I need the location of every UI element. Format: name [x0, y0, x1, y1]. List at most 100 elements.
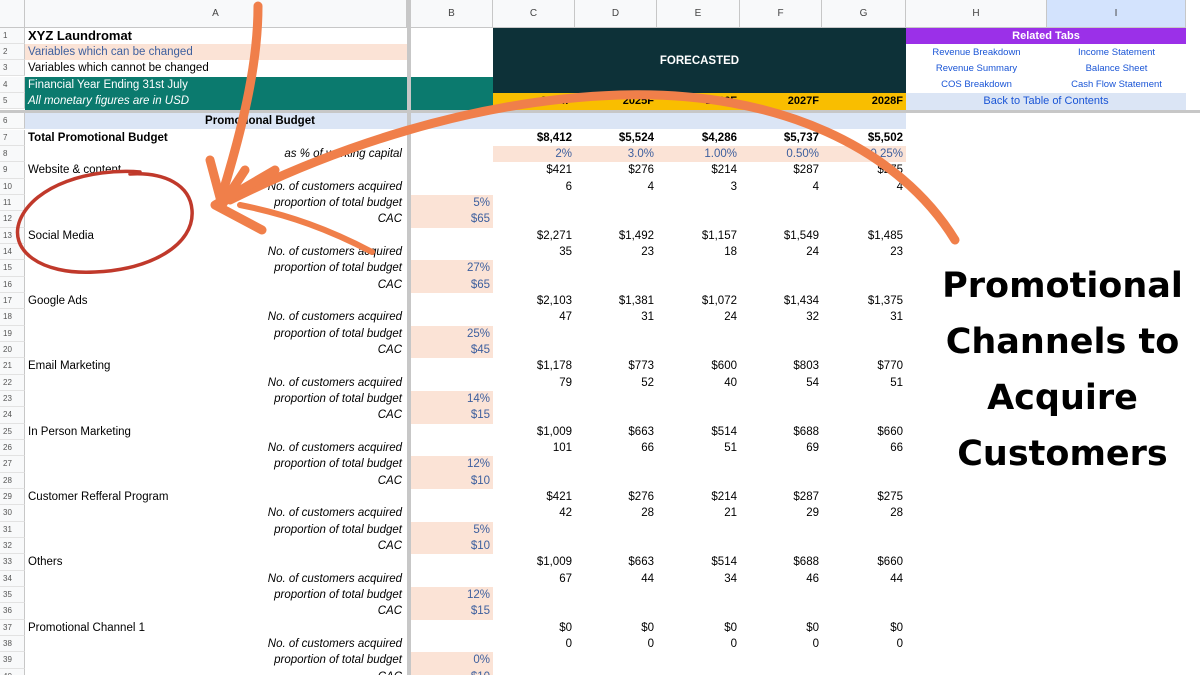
forecast-value-cell[interactable]: 1.00%: [657, 146, 740, 162]
row-number[interactable]: 22: [0, 374, 25, 391]
metric-label[interactable]: No. of customers acquired: [25, 309, 405, 325]
row-number[interactable]: 2: [0, 44, 25, 61]
column-header-e[interactable]: E: [657, 0, 740, 28]
forecast-value-cell[interactable]: 0.50%: [740, 146, 822, 162]
forecast-value-cell[interactable]: 67: [493, 571, 575, 587]
forecast-value-cell[interactable]: $663: [575, 554, 657, 570]
forecast-value-cell[interactable]: [740, 587, 822, 603]
forecast-value-cell[interactable]: [493, 652, 575, 668]
input-cell-b[interactable]: 5%: [411, 195, 493, 212]
forecast-value-cell[interactable]: 0.25%: [822, 146, 906, 162]
forecast-value-cell[interactable]: [575, 260, 657, 276]
forecast-value-cell[interactable]: [493, 407, 575, 423]
legend-changeable[interactable]: Variables which can be changed: [25, 44, 407, 61]
forecast-value-cell[interactable]: $2,271: [493, 228, 575, 244]
select-all-corner[interactable]: [0, 0, 25, 28]
row-number[interactable]: 8: [0, 146, 25, 163]
column-header-b[interactable]: B: [411, 0, 493, 28]
forecast-value-cell[interactable]: $660: [822, 424, 906, 440]
forecast-value-cell[interactable]: [657, 587, 740, 603]
input-cell-b[interactable]: [411, 489, 493, 505]
row-number[interactable]: 31: [0, 521, 25, 538]
forecast-value-cell[interactable]: $688: [740, 554, 822, 570]
row-number[interactable]: 20: [0, 341, 25, 359]
input-cell-b[interactable]: [411, 162, 493, 178]
forecast-value-cell[interactable]: [575, 473, 657, 489]
forecast-value-cell[interactable]: [657, 522, 740, 538]
metric-label[interactable]: No. of customers acquired: [25, 179, 405, 195]
forecast-value-cell[interactable]: [575, 522, 657, 538]
forecast-value-cell[interactable]: 28: [575, 505, 657, 521]
forecast-value-cell[interactable]: [657, 342, 740, 358]
row-number[interactable]: 16: [0, 276, 25, 293]
forecast-value-cell[interactable]: $1,485: [822, 228, 906, 244]
forecast-value-cell[interactable]: [657, 407, 740, 423]
forecast-value-cell[interactable]: [575, 538, 657, 554]
row-number[interactable]: 9: [0, 162, 25, 179]
channel-label[interactable]: Promotional Channel 1: [25, 620, 405, 636]
forecast-value-cell[interactable]: 28: [822, 505, 906, 521]
forecast-value-cell[interactable]: $4,286: [657, 130, 740, 146]
forecast-value-cell[interactable]: 23: [822, 244, 906, 260]
metric-label[interactable]: CAC: [25, 407, 405, 423]
column-header-f[interactable]: F: [740, 0, 822, 28]
row-number[interactable]: 35: [0, 586, 25, 604]
forecast-value-cell[interactable]: [822, 456, 906, 472]
row-number[interactable]: 17: [0, 293, 25, 310]
back-to-contents-link[interactable]: Back to Table of Contents: [906, 93, 1186, 110]
forecast-value-cell[interactable]: 35: [493, 244, 575, 260]
forecast-value-cell[interactable]: $421: [493, 489, 575, 505]
forecast-value-cell[interactable]: [822, 326, 906, 342]
row-number[interactable]: 1: [0, 28, 25, 45]
row-number[interactable]: 6: [0, 113, 25, 130]
input-cell-b[interactable]: [411, 228, 493, 244]
forecast-value-cell[interactable]: [575, 456, 657, 472]
forecast-value-cell[interactable]: $514: [657, 424, 740, 440]
input-cell-b[interactable]: [411, 505, 493, 521]
forecast-value-cell[interactable]: [822, 652, 906, 668]
row-number[interactable]: 5: [0, 93, 25, 110]
forecast-value-cell[interactable]: $1,549: [740, 228, 822, 244]
input-cell-b[interactable]: [411, 244, 493, 260]
forecast-value-cell[interactable]: $421: [493, 162, 575, 178]
forecast-value-cell[interactable]: 54: [740, 375, 822, 391]
forecast-value-cell[interactable]: [493, 195, 575, 211]
input-cell-b[interactable]: [411, 375, 493, 391]
column-header-g[interactable]: G: [822, 0, 906, 28]
row-number[interactable]: 24: [0, 407, 25, 424]
forecast-value-cell[interactable]: $663: [575, 424, 657, 440]
forecast-value-cell[interactable]: $214: [657, 162, 740, 178]
forecast-value-cell[interactable]: $5,737: [740, 130, 822, 146]
forecast-value-cell[interactable]: [740, 538, 822, 554]
metric-label[interactable]: CAC: [25, 277, 405, 293]
forecast-value-cell[interactable]: $1,381: [575, 293, 657, 309]
forecast-value-cell[interactable]: 101: [493, 440, 575, 456]
input-cell-b[interactable]: 27%: [411, 260, 493, 277]
forecast-value-cell[interactable]: [740, 669, 822, 675]
forecast-value-cell[interactable]: [493, 456, 575, 472]
forecast-value-cell[interactable]: $5,502: [822, 130, 906, 146]
forecast-value-cell[interactable]: $600: [657, 358, 740, 374]
forecast-value-cell[interactable]: [575, 391, 657, 407]
forecast-value-cell[interactable]: [740, 260, 822, 276]
channel-label[interactable]: Social Media: [25, 228, 405, 244]
forecast-value-cell[interactable]: 66: [822, 440, 906, 456]
input-cell-b[interactable]: [411, 636, 493, 652]
forecast-value-cell[interactable]: 21: [657, 505, 740, 521]
forecast-value-cell[interactable]: [575, 587, 657, 603]
forecast-value-cell[interactable]: $770: [822, 358, 906, 374]
row-number[interactable]: 32: [0, 537, 25, 555]
forecast-value-cell[interactable]: [575, 603, 657, 619]
related-tab-link[interactable]: Balance Sheet: [1047, 61, 1186, 77]
input-cell-b[interactable]: [411, 554, 493, 570]
input-cell-b[interactable]: [411, 309, 493, 325]
forecast-value-cell[interactable]: $1,434: [740, 293, 822, 309]
input-cell-b[interactable]: $10: [411, 668, 493, 675]
metric-label[interactable]: CAC: [25, 211, 405, 227]
forecast-value-cell[interactable]: [493, 587, 575, 603]
metric-label[interactable]: proportion of total budget: [25, 456, 405, 472]
input-cell-b[interactable]: $65: [411, 276, 493, 293]
sheet-title[interactable]: XYZ Laundromat: [25, 28, 405, 44]
row-number[interactable]: 25: [0, 423, 25, 440]
forecast-value-cell[interactable]: 52: [575, 375, 657, 391]
